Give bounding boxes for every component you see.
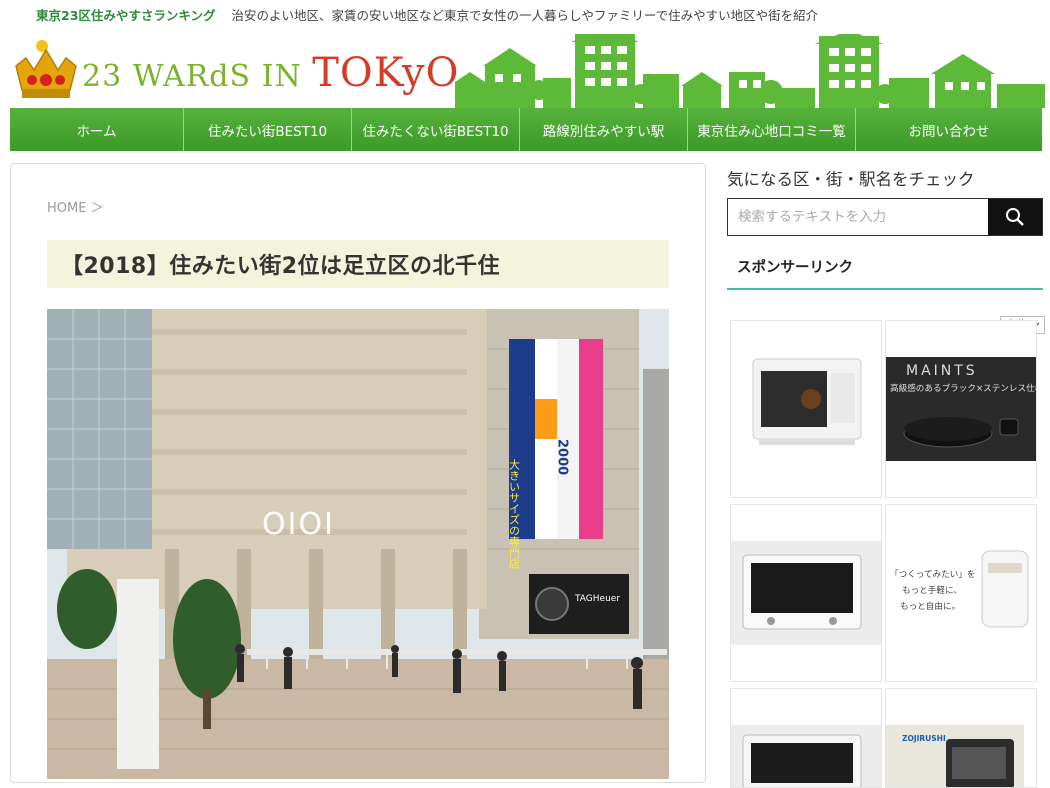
ad-caption-line1: 「つくってみたい」を: [890, 569, 976, 580]
town-skyline-illustration: [455, 34, 1045, 108]
oioi-sign: OIOI: [262, 507, 335, 542]
article-title-box: 【2018】住みたい街2位は足立区の北千住: [47, 240, 669, 288]
billboard-text: TAGHeuer: [574, 594, 620, 604]
nav-stations-by-line[interactable]: 路線別住みやすい駅: [520, 108, 688, 151]
banner-price: 2000: [555, 439, 570, 475]
article-title: 【2018】住みたい街2位は足立区の北千住: [61, 254, 501, 279]
ad-tile-zojirushi[interactable]: ZOJIRUSHI: [885, 688, 1037, 788]
nav-worst10[interactable]: 住みたくない街BEST10: [352, 108, 520, 151]
ad-image-zojirushi: ZOJIRUSHI: [886, 725, 1024, 787]
search-form: [727, 198, 1043, 236]
ad-tile-toaster[interactable]: [730, 504, 882, 682]
ad-tile-breadmaker[interactable]: 「つくってみたい」を もっと手軽に、 もっと自由に。: [885, 504, 1037, 682]
ad-brand-zojirushi: ZOJIRUSHI: [902, 734, 946, 743]
crown-icon: [15, 40, 77, 98]
station-building-photo: OIOI 大きいサイズの専門店 2000 TAGHeuer: [47, 309, 669, 779]
ad-tile-oven[interactable]: [730, 320, 882, 498]
logo-wordmark: 23 WARdS IN TOKyO: [82, 50, 459, 96]
ad-image-oven: [752, 358, 862, 445]
ad-image-toaster: [731, 541, 881, 645]
site-header: 23 WARdS IN TOKyO: [0, 28, 1050, 108]
site-logo[interactable]: 23 WARdS IN TOKyO: [12, 36, 458, 104]
ad-caption-line3: もっと自由に。: [900, 600, 960, 612]
top-tagline-bar: 東京23区住みやすさランキング 治安のよい地区、家賃の安い地区など東京で女性の一…: [0, 0, 1050, 28]
sidebar-search-heading: 気になる区・街・駅名をチェック: [727, 170, 975, 189]
ad-image-maints: MAINTS 高級感のあるブラック×ステンレス仕様。: [886, 357, 1037, 461]
site-title-link[interactable]: 東京23区住みやすさランキング: [36, 5, 216, 24]
nav-contact[interactable]: お問い合わせ: [856, 108, 1042, 151]
ad-image-breadmaker: 「つくってみたい」を もっと手軽に、 もっと自由に。: [890, 550, 1029, 628]
nav-home[interactable]: ホーム: [10, 108, 184, 151]
logo-text-red: TOKyO: [312, 50, 460, 96]
main-navigation: ホーム 住みたい街BEST10 住みたくない街BEST10 路線別住みやすい駅 …: [10, 108, 1042, 151]
site-tagline: 治安のよい地区、家賃の安い地区など東京で女性の一人暮らしやファミリーで住みやすい…: [231, 7, 819, 23]
search-icon: [1006, 208, 1024, 226]
ad-caption-maints: 高級感のあるブラック×ステンレス仕様。: [890, 382, 1037, 394]
article-hero-photo: OIOI 大きいサイズの専門店 2000 TAGHeuer: [47, 309, 669, 779]
search-input[interactable]: [728, 199, 988, 235]
nav-reviews[interactable]: 東京住み心地口コミ一覧: [688, 108, 856, 151]
ad-tile-toaster-black[interactable]: [730, 688, 882, 788]
ad-brand-maints: MAINTS: [906, 363, 978, 379]
ad-tile-maints[interactable]: MAINTS 高級感のあるブラック×ステンレス仕様。: [885, 320, 1037, 498]
logo-text-green: 23 WARdS IN: [82, 59, 313, 94]
breadcrumb[interactable]: HOME ＞: [47, 197, 104, 216]
article-card: HOME ＞ 【2018】住みたい街2位は足立区の北千住 OIOI 大きいサイズ…: [10, 163, 706, 783]
nav-best10[interactable]: 住みたい街BEST10: [184, 108, 352, 151]
sponsor-link-heading: スポンサーリンク: [727, 256, 1043, 290]
ad-image-toaster-black: [731, 725, 881, 787]
banner-text-1: 大きいサイズの専門店: [508, 458, 521, 569]
ad-caption-line2: もっと手軽に、: [902, 584, 962, 596]
search-button[interactable]: [988, 199, 1042, 235]
